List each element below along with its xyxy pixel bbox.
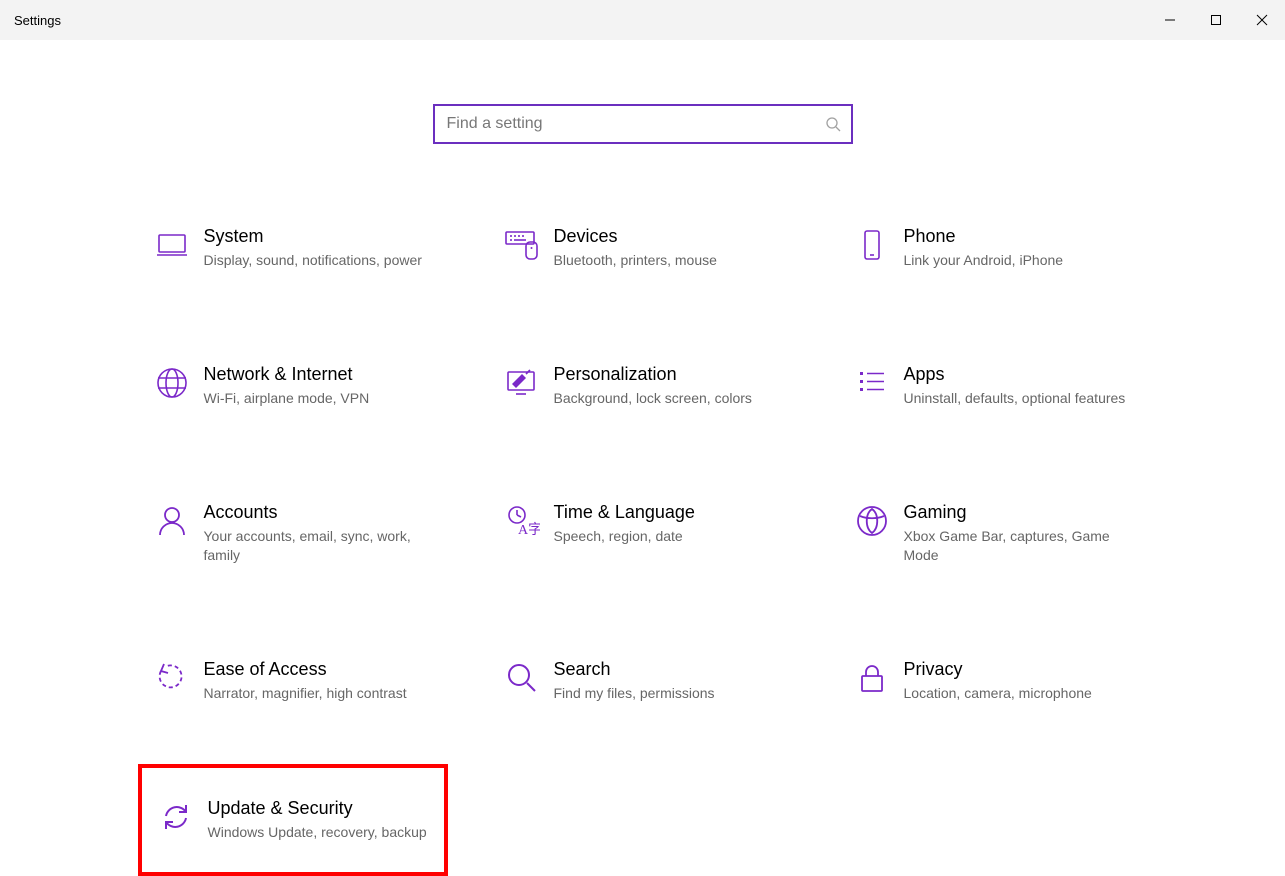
maximize-icon <box>1210 14 1222 26</box>
tile-desc: Background, lock screen, colors <box>554 389 752 408</box>
tile-title: Ease of Access <box>204 659 407 680</box>
tile-network[interactable]: Network & Internet Wi-Fi, airplane mode,… <box>138 362 448 410</box>
window-controls <box>1147 0 1285 40</box>
search-icon <box>825 116 841 132</box>
tile-time-language[interactable]: A字 Time & Language Speech, region, date <box>488 500 798 567</box>
tile-desc: Display, sound, notifications, power <box>204 251 422 270</box>
search-input[interactable]: Find a setting <box>433 104 853 144</box>
tile-title: Gaming <box>904 502 1134 523</box>
tile-desc: Wi-Fi, airplane mode, VPN <box>204 389 370 408</box>
tile-desc: Narrator, magnifier, high contrast <box>204 684 407 703</box>
tile-title: Network & Internet <box>204 364 370 385</box>
tile-ease-of-access[interactable]: Ease of Access Narrator, magnifier, high… <box>138 657 448 705</box>
apps-icon <box>842 364 902 400</box>
svg-text:A字: A字 <box>518 522 540 538</box>
tile-system[interactable]: System Display, sound, notifications, po… <box>138 224 448 272</box>
update-security-icon <box>146 798 206 834</box>
phone-icon <box>842 226 902 262</box>
search-tile-icon <box>492 659 552 695</box>
tile-desc: Link your Android, iPhone <box>904 251 1064 270</box>
tile-desc: Speech, region, date <box>554 527 695 546</box>
minimize-icon <box>1164 14 1176 26</box>
tile-title: System <box>204 226 422 247</box>
time-language-icon: A字 <box>492 502 552 538</box>
search-row: Find a setting <box>0 104 1285 144</box>
network-icon <box>142 364 202 400</box>
tile-phone[interactable]: Phone Link your Android, iPhone <box>838 224 1148 272</box>
tile-desc: Location, camera, microphone <box>904 684 1092 703</box>
tile-desc: Bluetooth, printers, mouse <box>554 251 717 270</box>
window-title: Settings <box>14 13 61 28</box>
maximize-button[interactable] <box>1193 0 1239 40</box>
privacy-icon <box>842 659 902 695</box>
tile-devices[interactable]: Devices Bluetooth, printers, mouse <box>488 224 798 272</box>
devices-icon <box>492 226 552 262</box>
tile-desc: Xbox Game Bar, captures, Game Mode <box>904 527 1134 565</box>
tile-title: Search <box>554 659 715 680</box>
tile-title: Devices <box>554 226 717 247</box>
tile-title: Phone <box>904 226 1064 247</box>
search-placeholder: Find a setting <box>447 115 825 133</box>
tile-desc: Uninstall, defaults, optional features <box>904 389 1126 408</box>
tile-gaming[interactable]: Gaming Xbox Game Bar, captures, Game Mod… <box>838 500 1148 567</box>
tile-search[interactable]: Search Find my files, permissions <box>488 657 798 705</box>
tile-desc: Your accounts, email, sync, work, family <box>204 527 434 565</box>
tile-title: Personalization <box>554 364 752 385</box>
system-icon <box>142 226 202 262</box>
settings-grid: System Display, sound, notifications, po… <box>138 224 1148 876</box>
ease-of-access-icon <box>142 659 202 695</box>
minimize-button[interactable] <box>1147 0 1193 40</box>
tile-apps[interactable]: Apps Uninstall, defaults, optional featu… <box>838 362 1148 410</box>
close-icon <box>1256 14 1268 26</box>
tile-accounts[interactable]: Accounts Your accounts, email, sync, wor… <box>138 500 448 567</box>
personalization-icon <box>492 364 552 400</box>
titlebar: Settings <box>0 0 1285 40</box>
gaming-icon <box>842 502 902 538</box>
tile-desc: Find my files, permissions <box>554 684 715 703</box>
tile-update-security[interactable]: Update & Security Windows Update, recove… <box>138 764 448 876</box>
tile-privacy[interactable]: Privacy Location, camera, microphone <box>838 657 1148 705</box>
tile-personalization[interactable]: Personalization Background, lock screen,… <box>488 362 798 410</box>
tile-desc: Windows Update, recovery, backup <box>208 823 427 842</box>
tile-title: Privacy <box>904 659 1092 680</box>
tile-title: Accounts <box>204 502 434 523</box>
tile-title: Apps <box>904 364 1126 385</box>
accounts-icon <box>142 502 202 538</box>
close-button[interactable] <box>1239 0 1285 40</box>
tile-title: Time & Language <box>554 502 695 523</box>
tile-title: Update & Security <box>208 798 427 819</box>
